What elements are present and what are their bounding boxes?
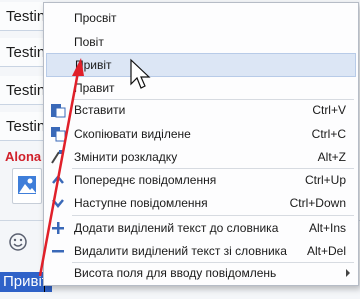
next-message-item[interactable]: Наступне повідомлення Ctrl+Down bbox=[46, 192, 356, 214]
suggestion-pravyt[interactable]: Правит bbox=[46, 77, 356, 99]
minus-icon bbox=[52, 250, 64, 253]
copy-item[interactable]: Скопіювати виділене Ctrl+C bbox=[46, 123, 356, 145]
copy-icon bbox=[51, 127, 66, 142]
menu-separator bbox=[72, 215, 354, 216]
message-text: Testin bbox=[6, 44, 46, 61]
chevron-up-icon bbox=[52, 175, 64, 184]
switch-layout-item[interactable]: Змінити розкладку Alt+Z bbox=[46, 146, 356, 168]
sender-name: Alona bbox=[5, 149, 42, 164]
previous-message-item[interactable]: Попереднє повідомлення Ctrl+Up bbox=[46, 169, 356, 191]
submenu-arrow-icon bbox=[346, 269, 350, 277]
suggestion-povit[interactable]: Повіт bbox=[46, 31, 356, 53]
suggestion-prosvit[interactable]: Просвіт bbox=[46, 7, 356, 29]
paste-item[interactable]: Вставити Ctrl+V bbox=[46, 99, 356, 121]
message-text: Testin bbox=[6, 118, 46, 135]
paste-icon bbox=[51, 104, 66, 118]
input-height-item[interactable]: Висота поля для вводу повідомлень bbox=[46, 262, 356, 284]
message-text: Testin bbox=[6, 8, 46, 25]
message-text: Testin bbox=[6, 82, 46, 99]
image-icon bbox=[18, 176, 36, 194]
keyboard-layout-icon bbox=[51, 150, 63, 164]
chevron-down-icon bbox=[52, 199, 64, 208]
context-menu: Просвіт Повіт Привіт Правит Вставити Ctr… bbox=[43, 2, 359, 286]
emoji-icon[interactable] bbox=[8, 232, 28, 252]
remove-from-dictionary-item[interactable]: Видалити виділений текст зі словника Alt… bbox=[46, 240, 356, 262]
suggestion-pryvit[interactable]: Привіт bbox=[46, 53, 356, 77]
plus-icon bbox=[52, 222, 64, 234]
add-to-dictionary-item[interactable]: Додати виділений текст до словника Alt+I… bbox=[46, 217, 356, 239]
image-attachment[interactable] bbox=[12, 168, 42, 204]
